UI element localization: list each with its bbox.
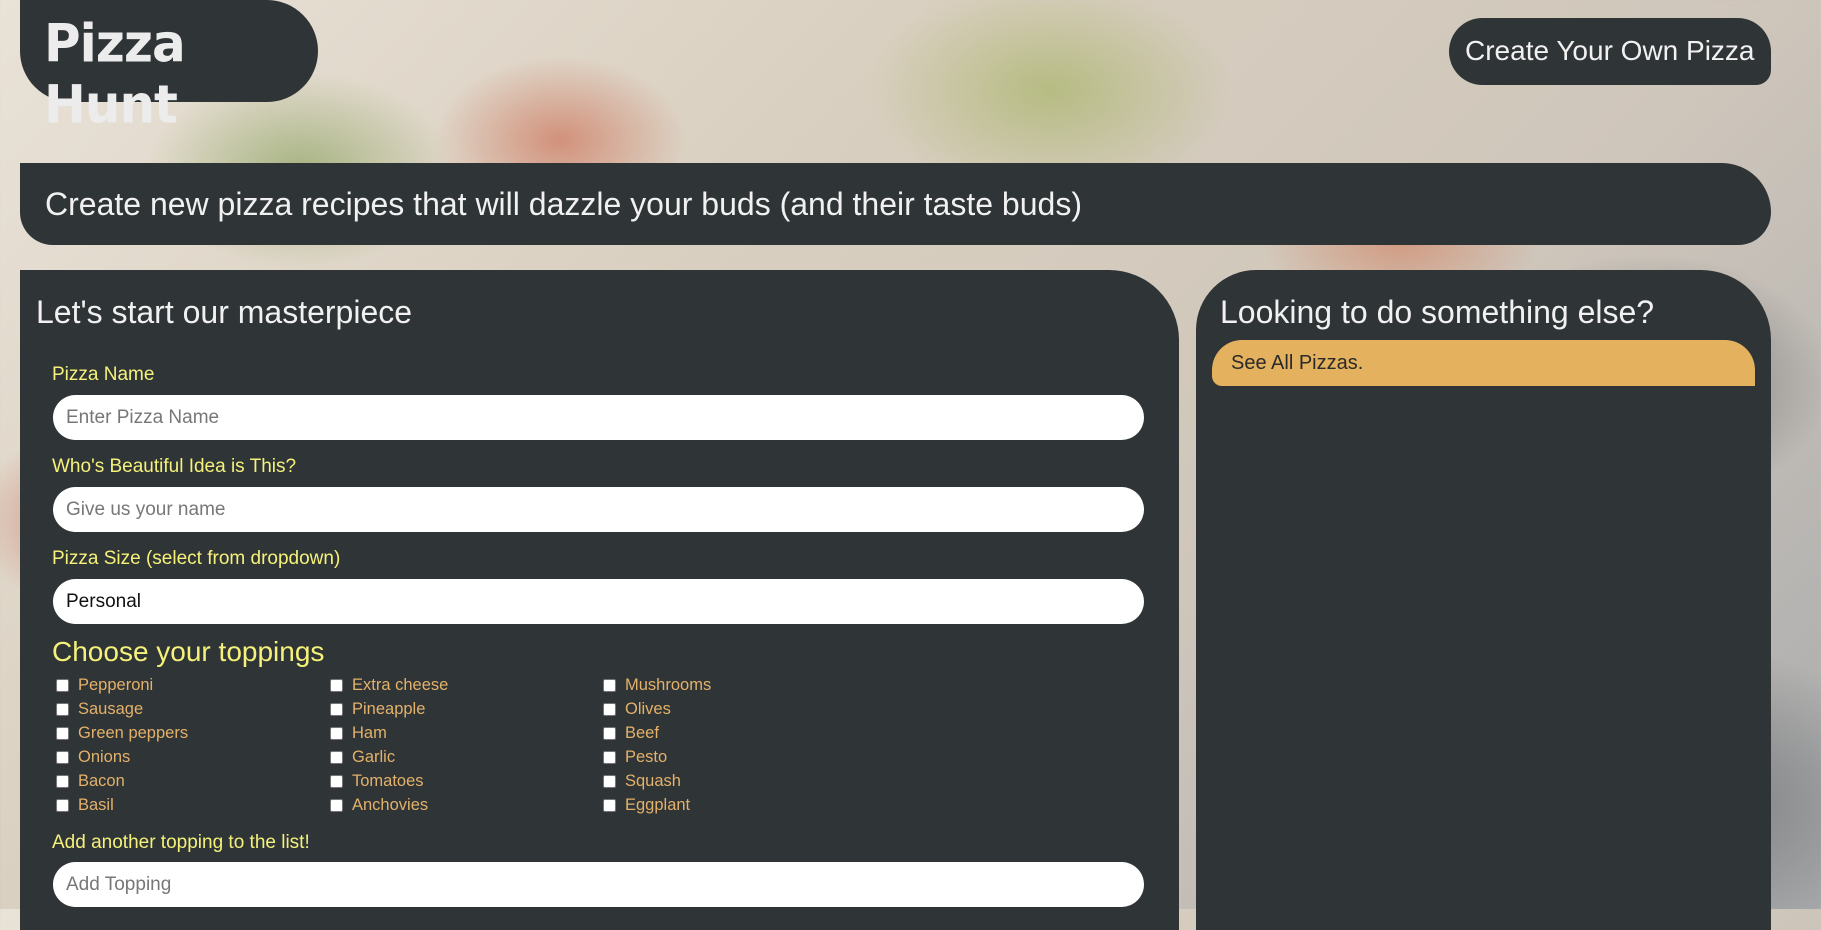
sidebar-title: Looking to do something else? (1220, 294, 1655, 330)
topping-label: Pesto (625, 747, 668, 766)
topping-checkbox-squash[interactable]: Squash (603, 771, 681, 791)
topping-label: Olives (625, 699, 671, 718)
checkbox[interactable] (56, 774, 69, 788)
topping-checkbox-olives[interactable]: Olives (603, 699, 671, 719)
topping-checkbox-garlic[interactable]: Garlic (330, 747, 395, 767)
topping-label: Tomatoes (352, 771, 424, 790)
topping-checkbox-onions[interactable]: Onions (56, 747, 130, 767)
topping-label: Pepperoni (78, 675, 154, 694)
topping-checkbox-pineapple[interactable]: Pineapple (330, 699, 425, 719)
add-topping-label: Add another topping to the list! (52, 832, 310, 853)
topping-label: Mushrooms (625, 675, 712, 694)
checkbox[interactable] (603, 774, 616, 788)
topping-label: Green peppers (78, 723, 189, 742)
checkbox[interactable] (330, 798, 343, 812)
pizza-size-select[interactable]: Personal (53, 579, 1144, 624)
topping-checkbox-pepperoni[interactable]: Pepperoni (56, 675, 153, 695)
topping-label: Basil (78, 795, 114, 814)
see-all-pizzas-button[interactable]: See All Pizzas. (1212, 340, 1755, 386)
topping-label: Squash (625, 771, 681, 790)
topping-label: Extra cheese (352, 675, 449, 694)
pizza-name-input[interactable] (53, 395, 1144, 440)
topping-checkbox-basil[interactable]: Basil (56, 795, 114, 815)
topping-checkbox-eggplant[interactable]: Eggplant (603, 795, 690, 815)
checkbox[interactable] (603, 702, 616, 716)
topping-label: Eggplant (625, 795, 691, 814)
topping-label: Onions (78, 747, 131, 766)
add-topping-input[interactable] (53, 862, 1144, 907)
topping-label: Garlic (352, 747, 396, 766)
checkbox[interactable] (603, 750, 616, 764)
logo-text: Pizza Hunt (44, 13, 186, 135)
topping-label: Beef (625, 723, 659, 742)
creator-name-input[interactable] (53, 487, 1144, 532)
checkbox[interactable] (330, 774, 343, 788)
topping-label: Anchovies (352, 795, 429, 814)
pizza-size-label: Pizza Size (select from dropdown) (52, 548, 341, 569)
pizza-form: Let's start our masterpiece Pizza Name W… (20, 270, 1179, 930)
pizza-hunt-logo[interactable]: Pizza Hunt (20, 0, 318, 135)
checkbox[interactable] (603, 798, 616, 812)
create-your-own-pizza-button[interactable]: Create Your Own Pizza (1449, 18, 1771, 85)
toppings-title: Choose your toppings (52, 636, 325, 667)
topping-checkbox-green-peppers[interactable]: Green peppers (56, 723, 188, 743)
checkbox[interactable] (56, 726, 69, 740)
page-tagline: Create new pizza recipes that will dazzl… (20, 163, 1771, 245)
checkbox[interactable] (603, 726, 616, 740)
topping-checkbox-bacon[interactable]: Bacon (56, 771, 125, 791)
checkbox[interactable] (56, 702, 69, 716)
topping-checkbox-ham[interactable]: Ham (330, 723, 387, 743)
checkbox[interactable] (56, 750, 69, 764)
topping-checkbox-beef[interactable]: Beef (603, 723, 659, 743)
checkbox[interactable] (56, 678, 69, 692)
topping-checkbox-mushrooms[interactable]: Mushrooms (603, 675, 711, 695)
topping-label: Bacon (78, 771, 125, 790)
topping-checkbox-tomatoes[interactable]: Tomatoes (330, 771, 424, 791)
sidebar-panel: Looking to do something else? See All Pi… (1196, 270, 1771, 930)
checkbox[interactable] (330, 726, 343, 740)
checkbox[interactable] (330, 678, 343, 692)
pizza-name-label: Pizza Name (52, 364, 155, 385)
topping-checkbox-sausage[interactable]: Sausage (56, 699, 143, 719)
topping-checkbox-pesto[interactable]: Pesto (603, 747, 667, 767)
topping-label: Pineapple (352, 699, 426, 718)
topping-label: Sausage (78, 699, 144, 718)
topping-checkbox-anchovies[interactable]: Anchovies (330, 795, 428, 815)
form-title: Let's start our masterpiece (36, 294, 413, 330)
pizza-size-value: Personal (66, 591, 141, 612)
checkbox[interactable] (330, 702, 343, 716)
topping-checkbox-extra-cheese[interactable]: Extra cheese (330, 675, 448, 695)
checkbox[interactable] (603, 678, 616, 692)
creator-label: Who's Beautiful Idea is This? (52, 456, 297, 477)
checkbox[interactable] (330, 750, 343, 764)
checkbox[interactable] (56, 798, 69, 812)
topping-label: Ham (352, 723, 387, 742)
